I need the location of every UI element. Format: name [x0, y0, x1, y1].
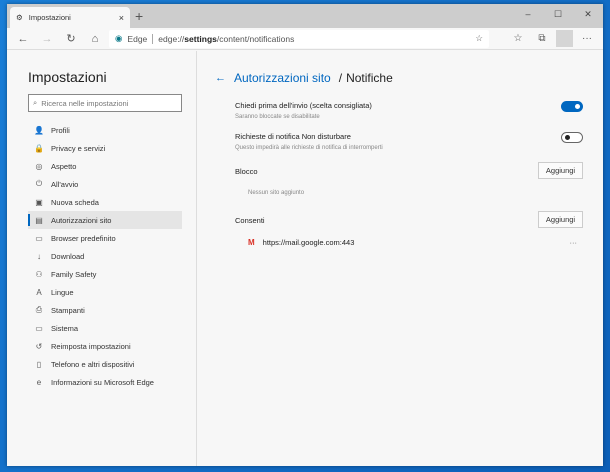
close-window-button[interactable]: ✕ — [573, 4, 603, 24]
dnd-toggle[interactable] — [561, 132, 583, 143]
minimize-button[interactable]: – — [513, 4, 543, 24]
more-actions-button[interactable]: ··· — [570, 238, 578, 247]
settings-content: ← Autorizzazioni sito / Notifiche Chiedi… — [207, 51, 603, 466]
dnd-setting: Richieste di notifica Non disturbare Que… — [235, 132, 583, 151]
sidebar-item-icon: ▯ — [36, 359, 42, 369]
sidebar-item-label: Lingue — [51, 287, 74, 297]
sidebar-item-icon: ▭ — [35, 323, 43, 333]
sidebar-title: Impostazioni — [28, 69, 107, 85]
sidebar-item-informazioni-su-microsoft-edge[interactable]: e Informazioni su Microsoft Edge — [28, 373, 182, 391]
allow-section: Consenti Aggiungi — [235, 211, 583, 228]
forward-icon[interactable]: → — [37, 33, 57, 45]
breadcrumb-link[interactable]: Autorizzazioni sito — [234, 71, 331, 85]
toolbar: ← → ↻ ⌂ ◉ Edge edge://settings/content/n… — [7, 28, 603, 50]
more-menu-icon[interactable]: ··· — [577, 33, 597, 44]
sidebar-item-label: Stampanti — [51, 305, 85, 315]
search-input[interactable]: ⌕ Ricerca nelle impostazioni — [28, 94, 182, 112]
sidebar-item-family-safety[interactable]: ⚇ Family Safety — [28, 265, 182, 283]
sidebar-item-icon: e — [36, 377, 42, 387]
sidebar-item-icon: 🔒 — [34, 143, 44, 153]
sidebar-item-label: All'avvio — [51, 179, 79, 189]
sidebar-item-icon: ▭ — [35, 233, 43, 243]
favorite-star-icon[interactable]: ☆ — [475, 33, 483, 44]
sidebar-item-icon: ↺ — [35, 341, 43, 351]
brand-label: Edge — [127, 33, 148, 44]
allow-add-button[interactable]: Aggiungi — [538, 211, 583, 228]
sidebar-item-label: Autorizzazioni sito — [51, 215, 112, 225]
gmail-icon: M — [248, 238, 255, 247]
url-text: edge://settings/content/notifications — [158, 33, 295, 44]
sidebar-item-icon: ⏻ — [35, 179, 43, 188]
sidebar-item-label: Aspetto — [51, 161, 77, 171]
sidebar-item-icon: ◎ — [35, 161, 43, 171]
sidebar-item-label: Telefono e altri dispositivi — [51, 359, 135, 369]
search-icon: ⌕ — [33, 98, 38, 107]
browser-window: ⚙ Impostazioni × + – ☐ ✕ ← → ↻ ⌂ ◉ Edge … — [7, 4, 603, 466]
address-bar[interactable]: ◉ Edge edge://settings/content/notificat… — [109, 29, 489, 48]
sidebar-item-privacy-e-servizi[interactable]: 🔒 Privacy e servizi — [28, 139, 182, 157]
sidebar-item-label: Download — [51, 251, 85, 261]
settings-sidebar: Impostazioni ⌕ Ricerca nelle impostazion… — [7, 51, 197, 466]
ask-toggle[interactable] — [561, 101, 583, 112]
sidebar-item-label: Informazioni su Microsoft Edge — [51, 377, 154, 387]
sidebar-item-autorizzazioni-sito[interactable]: ▤ Autorizzazioni sito — [28, 211, 182, 229]
sidebar-item-icon: ▤ — [35, 215, 43, 225]
divider — [152, 33, 154, 44]
breadcrumb: ← Autorizzazioni sito / Notifiche — [215, 71, 393, 85]
page-title: Notifiche — [346, 71, 393, 85]
sidebar-item-telefono-e-altri-dispositivi[interactable]: ▯ Telefono e altri dispositivi — [28, 355, 182, 373]
sidebar-item-label: Privacy e servizi — [51, 143, 106, 153]
sidebar-item-nuova-scheda[interactable]: ▣ Nuova scheda — [28, 193, 182, 211]
sidebar-item-lingue[interactable]: A Lingue — [28, 283, 182, 301]
tab-settings[interactable]: ⚙ Impostazioni × — [10, 7, 130, 28]
sidebar-item-icon: 👤 — [34, 125, 44, 135]
sidebar-item-icon: ⚇ — [35, 269, 43, 279]
tab-title: Impostazioni — [28, 13, 71, 22]
profile-avatar[interactable] — [556, 30, 573, 47]
collections-icon[interactable]: ⧉ — [532, 33, 552, 44]
edge-logo-icon: ◉ — [115, 33, 123, 43]
sidebar-item-profili[interactable]: 👤 Profili — [28, 121, 182, 139]
back-icon[interactable]: ← — [13, 33, 33, 45]
favorites-icon[interactable]: ☆ — [508, 33, 528, 44]
list-item: M https://mail.google.com:443 ··· — [235, 238, 583, 247]
sidebar-item-icon: ⎙ — [35, 305, 43, 314]
sidebar-item-icon: ↓ — [37, 251, 41, 261]
home-icon[interactable]: ⌂ — [85, 33, 105, 45]
sidebar-item-icon: ▣ — [35, 197, 43, 207]
sidebar-item-sistema[interactable]: ▭ Sistema — [28, 319, 182, 337]
gear-icon: ⚙ — [16, 13, 23, 22]
sidebar-item-download[interactable]: ↓ Download — [28, 247, 182, 265]
sidebar-item-all-avvio[interactable]: ⏻ All'avvio — [28, 175, 182, 193]
sidebar-item-stampanti[interactable]: ⎙ Stampanti — [28, 301, 182, 319]
sidebar-item-label: Sistema — [51, 323, 79, 333]
sidebar-item-label: Profili — [51, 125, 70, 135]
back-arrow-icon[interactable]: ← — [215, 72, 226, 84]
sidebar-item-label: Reimposta impostazioni — [51, 341, 131, 351]
sidebar-item-label: Nuova scheda — [51, 197, 99, 207]
sidebar-item-label: Browser predefinito — [51, 233, 116, 243]
ask-setting: Chiedi prima dell'invio (scelta consigli… — [235, 101, 583, 120]
sidebar-item-label: Family Safety — [51, 269, 97, 279]
close-tab-button[interactable]: × — [119, 13, 124, 23]
sidebar-item-reimposta-impostazioni[interactable]: ↺ Reimposta impostazioni — [28, 337, 182, 355]
maximize-button[interactable]: ☐ — [543, 4, 573, 24]
refresh-icon[interactable]: ↻ — [61, 32, 81, 45]
sidebar-item-browser-predefinito[interactable]: ▭ Browser predefinito — [28, 229, 182, 247]
block-add-button[interactable]: Aggiungi — [538, 162, 583, 179]
new-tab-button[interactable]: + — [135, 8, 143, 24]
block-section: Blocco Aggiungi Nessun sito aggiunto — [235, 162, 583, 196]
sidebar-item-aspetto[interactable]: ◎ Aspetto — [28, 157, 182, 175]
sidebar-item-icon: A — [36, 287, 42, 297]
site-url: https://mail.google.com:443 — [262, 238, 355, 247]
tab-bar: ⚙ Impostazioni × + – ☐ ✕ — [7, 4, 603, 28]
